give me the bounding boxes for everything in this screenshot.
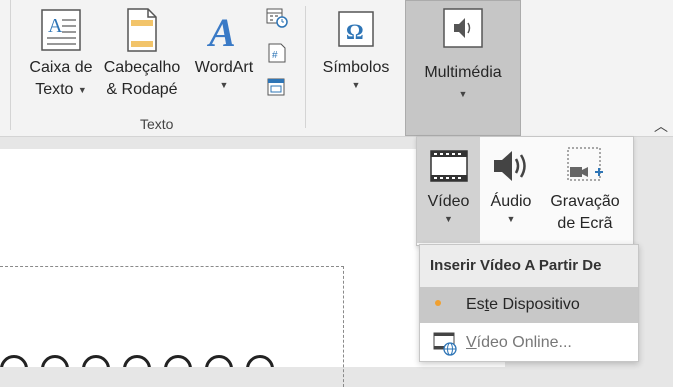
text-box-label-2: Texto [35, 81, 74, 99]
svg-text:Ω: Ω [346, 19, 364, 44]
object-icon[interactable] [266, 76, 288, 98]
slide-number-icon[interactable]: # [266, 42, 288, 64]
screen-recording-button[interactable]: Gravação de Ecrã [541, 137, 629, 243]
video-label: Vídeo [427, 193, 470, 210]
glyph [82, 355, 110, 367]
slide-text-glyphs [0, 355, 287, 367]
date-time-icon[interactable] [266, 6, 288, 28]
header-footer-label-1: Cabeçalho [103, 59, 181, 76]
menu-header: Inserir Vídeo A Partir De [420, 245, 638, 287]
speaker-icon [494, 151, 526, 181]
bullet-icon [435, 300, 441, 306]
text-box-icon: A [41, 9, 81, 51]
online-video-label-accel: V [466, 334, 477, 351]
multimedia-button[interactable]: Multimédia ▼ [405, 0, 521, 136]
glyph [246, 355, 274, 367]
chevron-down-icon: ▼ [458, 89, 468, 99]
menu-item-online-video[interactable]: Vídeo Online... [420, 325, 638, 361]
chevron-down-icon: ▼ [77, 85, 87, 95]
multimedia-panel: Vídeo ▼ Áudio ▼ Gravação de Ecrã [416, 136, 634, 246]
audio-button[interactable]: Áudio ▼ [481, 137, 541, 243]
symbols-label: Símbolos [322, 59, 390, 76]
menu-item-this-device[interactable]: Este Dispositivo [420, 287, 638, 323]
svg-text:A: A [48, 15, 63, 37]
wordart-icon: A [206, 10, 236, 54]
group-separator [305, 6, 306, 128]
svg-text:#: # [272, 50, 278, 61]
chevron-down-icon: ▼ [506, 214, 516, 224]
content-placeholder[interactable] [0, 266, 344, 387]
group-label-text: Texto [140, 116, 174, 132]
online-video-label-post: ídeo Online... [476, 334, 572, 351]
multimedia-label: Multimédia [424, 64, 502, 81]
wordart-button[interactable]: A WordArt ▼ [188, 6, 260, 91]
wordart-label: WordArt [194, 59, 254, 76]
this-device-label-pre: Es [466, 296, 485, 313]
this-device-label-post: e Dispositivo [489, 296, 580, 313]
glyph [164, 355, 192, 367]
text-box-label-1: Caixa de [29, 59, 93, 76]
glyph [123, 355, 151, 367]
chevron-down-icon: ▼ [219, 80, 229, 90]
screen-recording-icon [567, 147, 603, 181]
video-button[interactable]: Vídeo ▼ [417, 137, 480, 243]
text-box-button[interactable]: A Caixa de Texto ▼ [22, 6, 100, 101]
audio-label: Áudio [490, 193, 532, 210]
glyph [205, 355, 233, 367]
video-menu: Inserir Vídeo A Partir De Este Dispositi… [419, 244, 639, 362]
symbols-button[interactable]: Ω Símbolos ▼ [313, 6, 399, 91]
header-footer-button[interactable]: Cabeçalho & Rodapé [100, 6, 184, 101]
chevron-down-icon: ▼ [444, 214, 453, 224]
screen-recording-label-2: de Ecrã [557, 215, 613, 232]
ribbon: A Caixa de Texto ▼ Cabeçalho & Rodapé A … [0, 0, 673, 137]
header-footer-label-2: & Rodapé [106, 81, 178, 98]
speaker-icon [443, 8, 483, 48]
glyph [41, 355, 69, 367]
svg-text:A: A [206, 10, 236, 54]
omega-icon: Ω [338, 11, 374, 47]
online-video-icon [433, 332, 457, 356]
chevron-up-icon[interactable]: ︿ [654, 116, 668, 136]
glyph [0, 355, 28, 367]
chevron-down-icon: ▼ [351, 80, 361, 90]
screen-recording-label-1: Gravação [550, 193, 620, 210]
film-icon [429, 150, 468, 182]
ribbon-left-edge [0, 0, 11, 130]
header-footer-icon [127, 8, 157, 52]
